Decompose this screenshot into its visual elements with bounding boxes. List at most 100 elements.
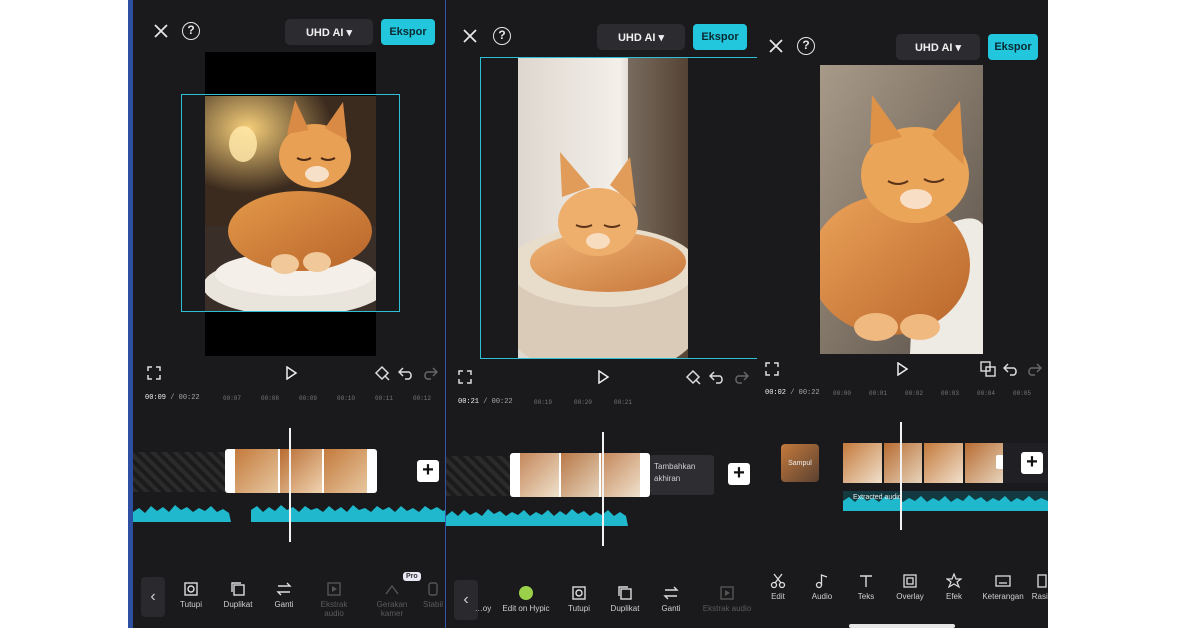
play-icon[interactable] (891, 358, 913, 380)
cat-on-pillow-image (820, 65, 983, 354)
screenshot-collage: ? UHD AI ▾ Ekspor 00:09 / 00:22 00:07 00… (0, 0, 1200, 628)
clip-thumbnail (883, 443, 922, 483)
tool-partial[interactable]: …oy (466, 584, 500, 613)
tool-edit-on-hypic[interactable]: Edit on Hypic (498, 584, 554, 613)
tool-duplikat[interactable]: Duplikat (602, 584, 648, 613)
empty-track-segment (133, 452, 233, 492)
help-icon[interactable]: ? (180, 20, 202, 42)
tool-tutupi[interactable]: Tutupi (556, 584, 602, 613)
hypic-icon (498, 584, 554, 602)
clip-thumbnail (235, 449, 278, 493)
duplicate-icon (215, 580, 261, 598)
fullscreen-icon[interactable] (143, 362, 165, 384)
extract-audio-icon (311, 580, 357, 598)
playhead[interactable] (602, 432, 604, 546)
tool-gerakan-kamera[interactable]: Gerakan kamer (369, 580, 415, 618)
tool-teks[interactable]: Teks (843, 572, 889, 601)
selection-frame[interactable] (181, 94, 400, 312)
export-button[interactable]: Ekspor (988, 34, 1038, 60)
tool-duplikat[interactable]: Duplikat (215, 580, 261, 609)
video-clip-selected[interactable] (510, 453, 650, 497)
playhead[interactable] (289, 428, 291, 542)
audio-track-label: Extracted audio (853, 494, 902, 501)
music-note-icon (799, 572, 845, 590)
audio-waveform[interactable] (446, 504, 636, 528)
uhd-ai-dropdown[interactable]: UHD AI ▾ (597, 24, 685, 50)
replace-icon (648, 584, 694, 602)
play-icon[interactable] (592, 366, 614, 388)
clip-thumbnail (324, 449, 368, 493)
tool-ekstrak-audio[interactable]: Ekstrak audio (698, 584, 756, 613)
ratio-icon (1027, 572, 1048, 590)
empty-track-segment (446, 456, 516, 496)
tool-overlay[interactable]: Overlay (887, 572, 933, 601)
mask-icon (168, 580, 214, 598)
captions-icon (975, 572, 1031, 590)
close-icon[interactable] (459, 25, 481, 47)
extract-audio-icon (698, 584, 756, 602)
tool-edit[interactable]: Edit (757, 572, 801, 601)
add-ending-button[interactable]: Tambahkan akhiran (650, 455, 714, 495)
cover-thumbnail[interactable]: Sampul (781, 444, 819, 482)
fullscreen-icon[interactable] (761, 358, 783, 380)
keyframe-icon[interactable] (371, 362, 393, 384)
uhd-ai-dropdown[interactable]: UHD AI ▾ (285, 19, 373, 45)
add-clip-button[interactable]: + (1021, 452, 1043, 474)
timeline-ruler: 00:00 00:01 00:02 00:03 00:04 00:05 (833, 390, 1032, 397)
timecode: 00:02 / 00:22 (765, 389, 820, 397)
playhead[interactable] (900, 422, 902, 530)
timeline-ruler: 00:19 00:20 00:21 (534, 399, 633, 406)
redo-icon[interactable] (730, 366, 752, 388)
tool-ganti[interactable]: Ganti (261, 580, 307, 609)
clip-thumbnail (843, 443, 882, 483)
mask-icon (556, 584, 602, 602)
fullscreen-icon[interactable] (454, 366, 476, 388)
tool-ganti[interactable]: Ganti (648, 584, 694, 613)
overlay-icon (887, 572, 933, 590)
redo-icon[interactable] (1023, 358, 1045, 380)
undo-icon[interactable] (395, 362, 417, 384)
tool-stabil[interactable]: Stabil (413, 580, 445, 609)
back-chevron-button[interactable]: ‹ (141, 577, 165, 617)
clip-thumbnail (601, 453, 641, 497)
tool-rasio[interactable]: Rasio (1027, 572, 1048, 601)
add-clip-button[interactable]: + (728, 463, 750, 485)
home-indicator (849, 624, 955, 628)
selection-frame[interactable] (480, 57, 757, 359)
tool-tutupi[interactable]: Tutupi (168, 580, 214, 609)
video-clip[interactable] (843, 443, 1003, 483)
add-clip-button[interactable]: + (417, 460, 439, 482)
close-icon[interactable] (150, 20, 172, 42)
camera-motion-icon (369, 580, 415, 598)
tool-audio[interactable]: Audio (799, 572, 845, 601)
redo-icon[interactable] (419, 362, 441, 384)
clip-thumbnail (279, 449, 323, 493)
text-icon (843, 572, 889, 590)
timecode: 00:09 / 00:22 (145, 394, 200, 402)
undo-icon[interactable] (706, 366, 728, 388)
export-button[interactable]: Ekspor (693, 24, 747, 50)
compare-icon[interactable] (977, 358, 999, 380)
undo-icon[interactable] (1000, 358, 1022, 380)
partial-icon (466, 584, 500, 602)
tool-efek[interactable]: Efek (931, 572, 977, 601)
editor-panel-2: ? UHD AI ▾ Ekspor 00:21 / 00:22 00:19 00… (445, 0, 757, 628)
tool-ekstrak-audio[interactable]: Ekstrak audio (311, 580, 357, 618)
play-icon[interactable] (280, 362, 302, 384)
editor-panel-3: ? UHD AI ▾ Ekspor 00:02 / 00:22 00:00 00… (757, 0, 1048, 628)
help-icon[interactable]: ? (491, 25, 513, 47)
timeline-ruler: 00:07 00:08 00:09 00:10 00:11 00:12 (223, 395, 432, 402)
clip-thumbnail (924, 443, 963, 483)
effects-icon (931, 572, 977, 590)
export-button[interactable]: Ekspor (381, 19, 435, 45)
keyframe-icon[interactable] (682, 366, 704, 388)
clip-thumbnail (560, 453, 600, 497)
duplicate-icon (602, 584, 648, 602)
uhd-ai-dropdown[interactable]: UHD AI ▾ (896, 34, 980, 60)
audio-track[interactable]: Extracted audio (843, 491, 1048, 511)
timecode: 00:21 / 00:22 (458, 398, 513, 406)
close-icon[interactable] (765, 35, 787, 57)
tool-keterangan[interactable]: Keterangan (975, 572, 1031, 601)
help-icon[interactable]: ? (795, 35, 817, 57)
video-clip-selected[interactable] (225, 449, 377, 493)
